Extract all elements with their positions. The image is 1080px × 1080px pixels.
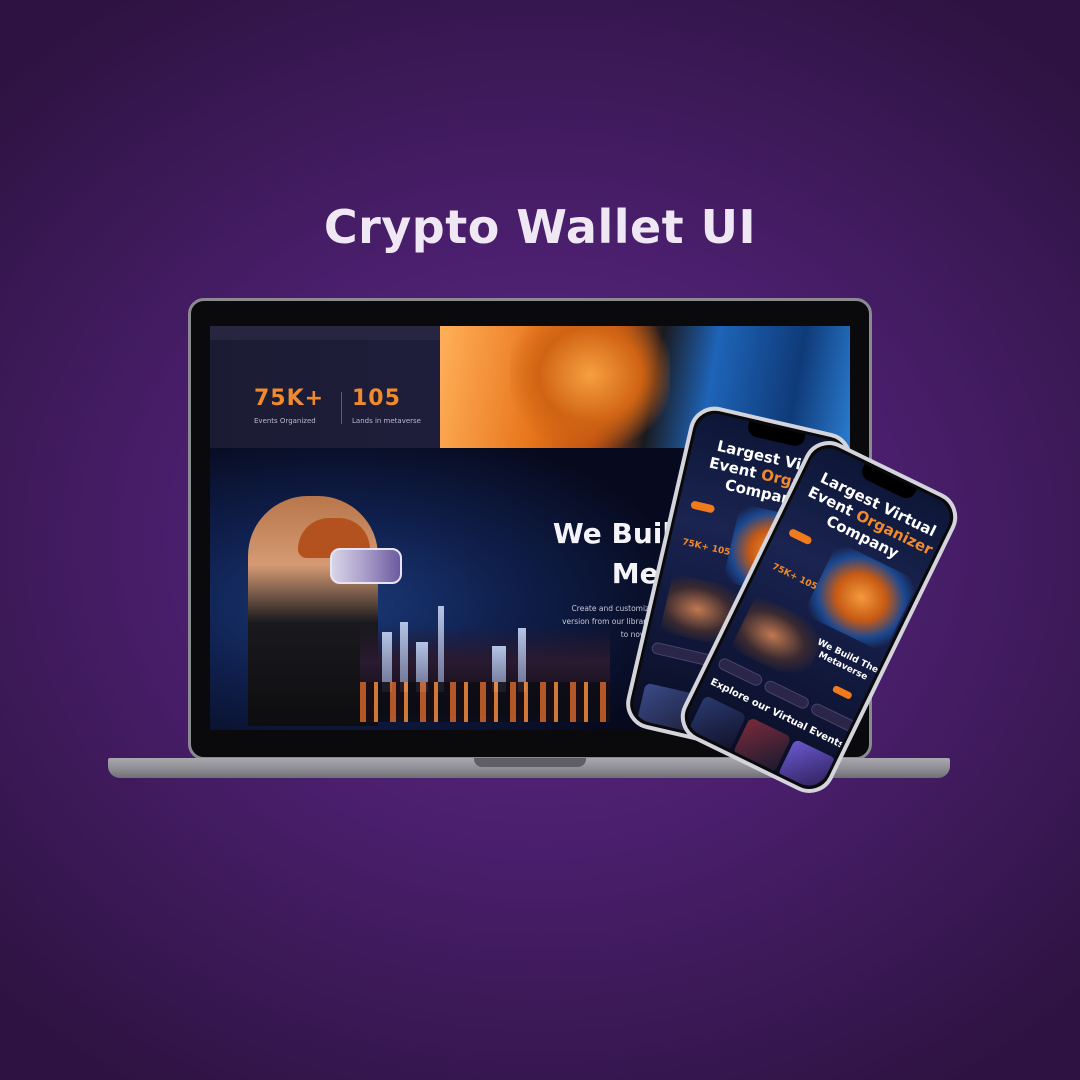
hologram-city-lights <box>360 682 610 722</box>
stat-lands: 105 Lands in metaverse <box>352 386 421 425</box>
stat-lands-value: 105 <box>352 386 401 411</box>
cta-button[interactable] <box>787 527 813 546</box>
stat-lands-label: Lands in metaverse <box>352 417 421 425</box>
hero-heading-line1: We Buil <box>552 517 672 550</box>
learn-more-button[interactable] <box>831 684 853 700</box>
page-title: Crypto Wallet UI <box>323 200 757 254</box>
hero-figure-image <box>510 326 670 448</box>
phone-stats: 75K+ 105 <box>681 537 732 559</box>
cta-button[interactable] <box>690 500 716 514</box>
phone-stats: 75K+ 105 <box>770 561 819 593</box>
laptop-notch <box>474 758 586 767</box>
stat-events-label: Events Organized <box>254 417 316 425</box>
stat-events-value: 75K+ <box>254 386 325 411</box>
stat-divider <box>341 392 342 424</box>
hologram-tower <box>438 606 444 692</box>
stat-events: 75K+ Events Organized <box>254 386 324 425</box>
phone-notch <box>746 421 806 448</box>
vr-headset-image <box>330 548 402 584</box>
